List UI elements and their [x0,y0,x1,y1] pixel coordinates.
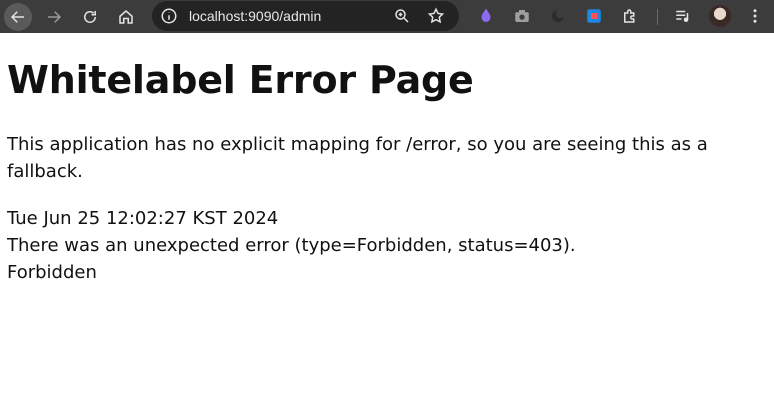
error-details: Tue Jun 25 12:02:27 KST 2024 There was a… [7,205,767,286]
forward-arrow-icon [48,11,62,23]
forward-button[interactable] [40,3,68,31]
square-icon [587,9,601,23]
extensions-button[interactable] [620,6,640,26]
square-extension-button[interactable] [584,6,604,26]
error-detail: Forbidden [7,262,97,283]
star-icon[interactable] [427,7,445,25]
media-queue-button[interactable] [673,6,693,26]
reload-button[interactable] [76,3,104,31]
camera-extension-button[interactable] [512,6,532,26]
home-button[interactable] [112,3,140,31]
camera-icon [515,10,529,22]
info-icon[interactable] [160,7,178,25]
menu-button[interactable] [745,6,765,26]
avatar[interactable] [709,5,731,27]
moon-extension-button[interactable] [548,6,568,26]
kebab-menu-icon [753,9,757,23]
back-button[interactable] [4,3,32,31]
reload-icon [84,11,96,23]
droplet-icon [481,8,491,22]
error-description: This application has no explicit mapping… [7,134,708,182]
puzzle-icon [624,9,635,23]
page-title: Whitelabel Error Page [7,58,474,102]
error-message: There was an unexpected error (type=Forb… [7,235,576,256]
back-arrow-icon [10,11,24,23]
droplet-extension-button[interactable] [476,6,496,26]
error-timestamp: Tue Jun 25 12:02:27 KST 2024 [7,208,279,229]
moon-icon [552,9,565,22]
media-queue-icon [676,10,689,22]
page-content: Whitelabel Error Page This application h… [7,33,767,286]
url-text[interactable]: localhost:9090/admin [189,8,321,24]
browser-toolbar: localhost:9090/admin [0,0,774,33]
home-icon [119,10,133,24]
zoom-icon[interactable] [393,7,411,25]
toolbar-divider [657,9,658,25]
address-bar[interactable]: localhost:9090/admin [152,1,459,31]
